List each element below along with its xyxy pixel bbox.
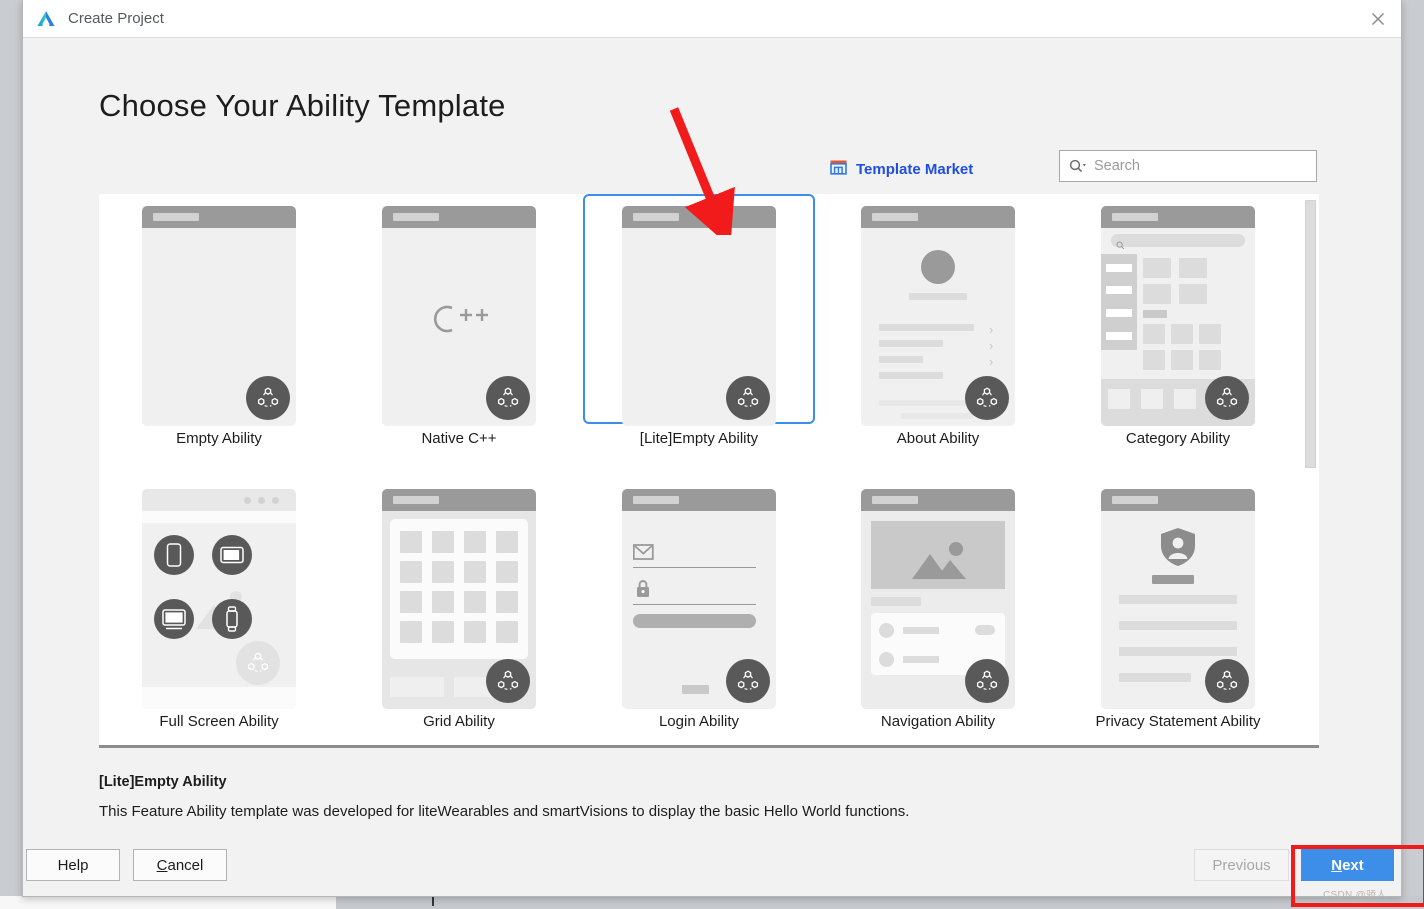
template-row: Full Screen Ability Grid Ability Login A… (99, 477, 1300, 745)
template-card-category-ability[interactable]: Category Ability (1058, 194, 1298, 476)
envelope-icon (632, 544, 654, 565)
template-card-label: Login Ability (658, 713, 740, 730)
template-card-label: Grid Ability (423, 713, 495, 730)
template-card-privacy-statement-ability[interactable]: Privacy Statement Ability (1058, 477, 1298, 745)
create-project-dialog: Create Project Choose Your Ability Templ… (22, 0, 1402, 897)
template-card-label: About Ability (896, 430, 980, 447)
search-input[interactable] (1094, 158, 1299, 174)
scrollbar-thumb[interactable] (1305, 200, 1316, 468)
template-card-lite-empty-ability[interactable]: [Lite]Empty Ability (579, 194, 819, 476)
harmony-badge-icon (486, 659, 530, 703)
thumbnail-empty (142, 206, 296, 426)
next-button[interactable]: Next (1301, 849, 1394, 881)
template-card-full-screen-ability[interactable]: Full Screen Ability (99, 477, 339, 745)
dialog-content: Choose Your Ability Template Template Ma… (23, 38, 1401, 835)
template-card-about-ability[interactable]: › › › › (818, 194, 1058, 476)
harmony-badge-icon (236, 641, 280, 685)
template-market-link[interactable]: Template Market (829, 158, 973, 181)
thumbnail-about: › › › › (861, 206, 1015, 426)
cpp-glyph-icon (426, 302, 492, 341)
next-mnemonic: N (1331, 856, 1343, 874)
template-card-empty-ability[interactable]: Empty Ability (99, 194, 339, 476)
search-pill (1111, 234, 1245, 247)
dialog-footer: Help Cancel Previous Next (23, 834, 1401, 896)
thumbnail-grid (382, 489, 536, 709)
search-icon (1116, 237, 1125, 255)
help-button[interactable]: Help (26, 849, 120, 881)
template-thumb-frame (583, 477, 815, 709)
avatar-placeholder (921, 250, 955, 284)
template-thumb-frame: › › › › (822, 194, 1054, 426)
template-thumb-frame (343, 194, 575, 426)
previous-button[interactable]: Previous (1194, 849, 1289, 881)
template-card-label: Empty Ability (176, 430, 262, 447)
screen: Create Project Choose Your Ability Templ… (0, 0, 1424, 909)
thumbnail-lite-empty (622, 206, 776, 426)
template-card-native-cpp[interactable]: Native C++ (339, 194, 579, 476)
thumbnail-native-cpp (382, 206, 536, 426)
store-icon (829, 158, 848, 181)
shield-user-icon (1157, 526, 1199, 573)
background-editor-strip (0, 896, 1424, 909)
thumbnail-category (1101, 206, 1255, 426)
template-description-title: [Lite]Empty Ability (99, 774, 227, 790)
harmony-badge-icon (1205, 376, 1249, 420)
lock-icon (634, 579, 652, 603)
search-box[interactable] (1059, 150, 1317, 182)
template-thumb-frame (103, 477, 335, 709)
harmony-badge-icon (246, 376, 290, 420)
template-grid-scrollbar[interactable] (1304, 194, 1317, 745)
close-icon[interactable] (1355, 0, 1401, 37)
thumbnail-login (622, 489, 776, 709)
section-divider (99, 745, 1319, 748)
template-card-label: Navigation Ability (880, 713, 996, 730)
template-thumb-frame (822, 477, 1054, 709)
template-card-navigation-ability[interactable]: Navigation Ability (818, 477, 1058, 745)
harmony-badge-icon (965, 376, 1009, 420)
watch-icon (212, 599, 252, 644)
harmony-badge-icon (726, 376, 770, 420)
login-button-placeholder (633, 614, 756, 628)
template-thumb-frame (343, 477, 575, 709)
template-row: Empty Ability Native C++ [Lite]Empty Abi… (99, 194, 1300, 476)
cancel-mnemonic: C (156, 856, 168, 874)
cancel-label-rest: ancel (167, 856, 204, 874)
thumbnail-fullscreen (142, 489, 296, 709)
page-title: Choose Your Ability Template (99, 88, 506, 123)
template-card-label: Category Ability (1125, 430, 1231, 447)
template-description-body: This Feature Ability template was develo… (99, 803, 910, 820)
deveco-studio-logo-icon (35, 8, 57, 30)
tablet-icon (212, 535, 252, 580)
next-label-rest: ext (1342, 856, 1364, 874)
template-card-label: [Lite]Empty Ability (639, 430, 759, 447)
template-card-login-ability[interactable]: Login Ability (579, 477, 819, 745)
template-thumb-frame (1062, 477, 1294, 709)
template-grid: Empty Ability Native C++ [Lite]Empty Abi… (99, 194, 1319, 745)
template-market-label: Template Market (856, 161, 974, 178)
thumbnail-privacy (1101, 489, 1255, 709)
templates-toolbar: Template Market (99, 150, 1319, 192)
harmony-badge-icon (1205, 659, 1249, 703)
cancel-button[interactable]: Cancel (133, 849, 227, 881)
tv-icon (154, 599, 194, 644)
template-card-label: Native C++ (421, 430, 497, 447)
template-thumb-frame (1062, 194, 1294, 426)
dialog-titlebar: Create Project (23, 0, 1401, 38)
template-thumb-frame (103, 194, 335, 426)
thumbnail-navigation (861, 489, 1015, 709)
watermark: CSDN @骄人 (1323, 890, 1387, 901)
harmony-badge-icon (965, 659, 1009, 703)
template-card-label: Privacy Statement Ability (1095, 713, 1261, 730)
editor-canvas (0, 896, 336, 909)
template-grid-scroll: Empty Ability Native C++ [Lite]Empty Abi… (99, 194, 1300, 745)
template-card-grid-ability[interactable]: Grid Ability (339, 477, 579, 745)
template-card-label: Full Screen Ability (159, 713, 279, 730)
dialog-title: Create Project (68, 10, 164, 27)
phone-icon (154, 535, 194, 580)
text-caret (432, 896, 434, 906)
template-thumb-frame (583, 194, 815, 426)
search-icon (1068, 158, 1088, 174)
harmony-badge-icon (726, 659, 770, 703)
harmony-badge-icon (486, 376, 530, 420)
